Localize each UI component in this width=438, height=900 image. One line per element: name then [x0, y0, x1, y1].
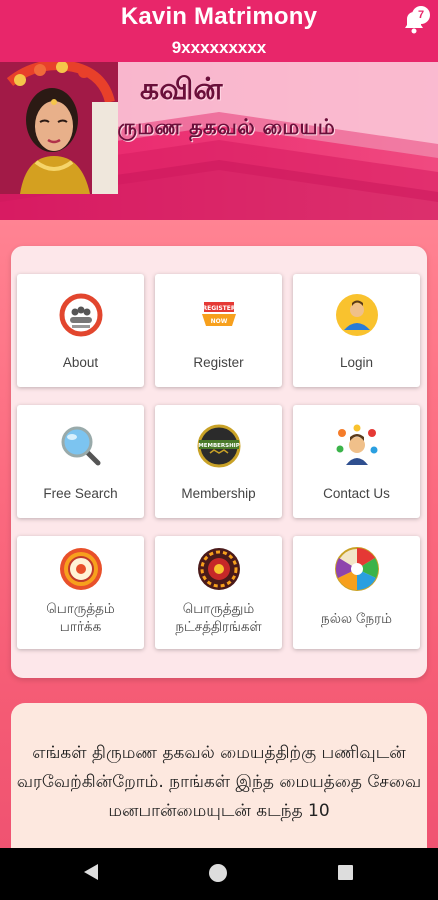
- menu-item-porutham-parkka[interactable]: பொருத்தம் பார்க்க: [17, 536, 144, 649]
- menu-item-label: About: [62, 355, 99, 370]
- menu-item-membership[interactable]: MEMBERSHIP Membership: [155, 405, 282, 518]
- menu-item-register[interactable]: REGISTER NOW Register: [155, 274, 282, 387]
- menu-item-label: பொருத்தும் நட்சத்திரங்கள்: [175, 601, 262, 634]
- menu-item-label: Register: [193, 355, 244, 370]
- bride-photo: [0, 62, 118, 194]
- menu-item-label: Membership: [181, 486, 256, 501]
- menu-item-nalla-neram[interactable]: நல்ல நேரம்: [293, 536, 420, 649]
- recent-square-icon[interactable]: [338, 865, 353, 880]
- horoscope-wheel-icon: [59, 548, 102, 590]
- welcome-text: எங்கள் திருமண தகவல் மையத்திற்கு பணிவுடன்…: [16, 743, 422, 821]
- membership-badge-icon: MEMBERSHIP: [197, 424, 240, 468]
- notification-count-badge: 7: [412, 6, 430, 24]
- home-circle-icon[interactable]: [209, 864, 227, 882]
- app-bar: Kavin Matrimony 9xxxxxxxxx 7: [0, 0, 438, 62]
- app-phone: 9xxxxxxxxx: [171, 38, 267, 57]
- app-screen: Kavin Matrimony 9xxxxxxxxx 7 கவின் திரும…: [0, 0, 438, 900]
- user-icon: [335, 294, 378, 336]
- menu-item-label: Contact Us: [323, 486, 390, 501]
- menu-item-about[interactable]: About: [17, 274, 144, 387]
- banner-subtitle-tamil: திருமண தகவல் மையம்: [100, 114, 336, 139]
- menu-item-free-search[interactable]: Free Search: [17, 405, 144, 518]
- about-icon: [59, 293, 102, 337]
- menu-item-porutham-natchathirangal[interactable]: பொருத்தும் நட்சத்திரங்கள்: [155, 536, 282, 649]
- notification-button[interactable]: 7: [400, 6, 430, 36]
- clock-wheel-icon: [334, 547, 379, 591]
- contact-icon: [336, 424, 377, 465]
- register-icon: REGISTER NOW: [201, 302, 236, 326]
- svg-text:MEMBERSHIP: MEMBERSHIP: [198, 443, 240, 449]
- menu-panel: About REGISTER NOW Register Login Free S…: [11, 246, 427, 678]
- banner-title-tamil: கவின்: [140, 72, 223, 107]
- magnifier-icon: [61, 426, 100, 466]
- app-title: Kavin Matrimony: [120, 3, 318, 30]
- svg-text:REGISTER: REGISTER: [202, 305, 235, 312]
- svg-text:NOW: NOW: [210, 318, 227, 325]
- header-banner: KM கவின் திருமண தகவல் மையம்: [0, 62, 438, 220]
- menu-item-label: Free Search: [43, 486, 118, 501]
- menu-item-label: பொருத்தம் பார்க்க: [46, 601, 115, 634]
- back-triangle-icon[interactable]: [82, 862, 100, 882]
- menu-item-label: நல்ல நேரம்: [321, 611, 392, 626]
- menu-item-label: Login: [339, 355, 374, 370]
- star-chart-icon: [197, 548, 240, 590]
- system-nav-bar: [0, 848, 438, 900]
- menu-item-login[interactable]: Login: [293, 274, 420, 387]
- menu-item-contact-us[interactable]: Contact Us: [293, 405, 420, 518]
